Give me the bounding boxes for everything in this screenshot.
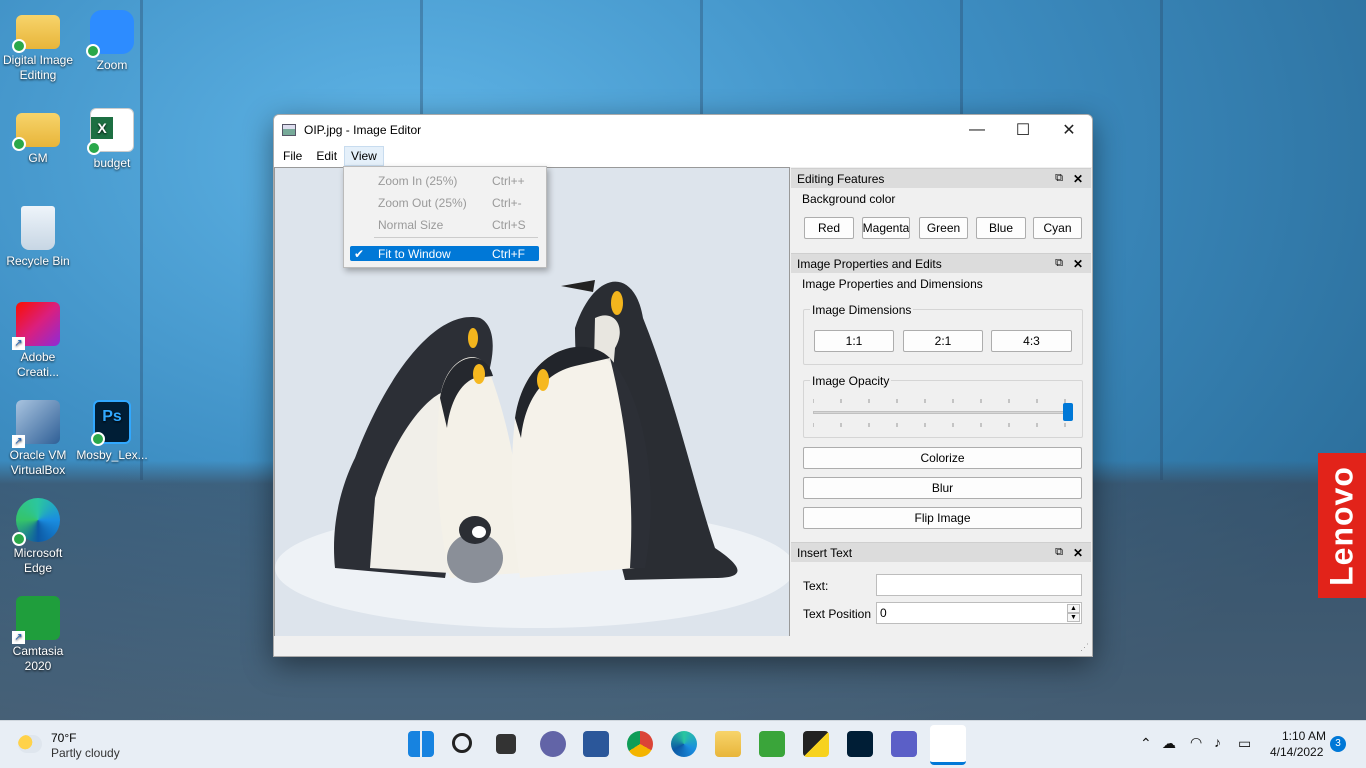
teams-icon[interactable] xyxy=(891,731,917,757)
text-label: Text: xyxy=(803,579,829,593)
word-icon[interactable] xyxy=(583,731,609,757)
edge-icon xyxy=(12,498,60,546)
float-icon[interactable]: ⧉ xyxy=(1055,546,1063,559)
colorize-button[interactable]: Colorize xyxy=(803,447,1082,469)
menu-item-zoom-in[interactable]: Zoom In (25%) Ctrl++ xyxy=(344,171,546,191)
menu-separator xyxy=(374,237,538,238)
app-icon xyxy=(282,124,296,136)
weather-widget[interactable]: 70°F Partly cloudy xyxy=(18,729,148,761)
opacity-slider-ticks xyxy=(813,399,1066,427)
image-editor-taskbar-icon[interactable] xyxy=(930,725,966,765)
battery-icon[interactable]: ▭ xyxy=(1238,735,1251,752)
partly-cloudy-icon xyxy=(18,735,42,753)
file-explorer-icon[interactable] xyxy=(715,731,741,757)
adobe-cc-icon: ↗ xyxy=(12,302,60,350)
recycle-bin-icon xyxy=(21,206,55,250)
magenta-button[interactable]: Magenta xyxy=(862,217,910,239)
desktop-icon-digital-image-editing[interactable]: Digital Image Editing xyxy=(0,10,76,83)
spin-down-icon[interactable]: ▼ xyxy=(1067,613,1080,622)
close-button[interactable]: ✕ xyxy=(1046,115,1092,145)
red-button[interactable]: Red xyxy=(804,217,854,239)
menu-edit[interactable]: Edit xyxy=(309,146,344,166)
clock-date[interactable]: 4/14/2022 xyxy=(1270,745,1323,759)
blue-button[interactable]: Blue xyxy=(976,217,1026,239)
edge-taskbar-icon[interactable] xyxy=(671,731,697,757)
desktop-icon-budget[interactable]: X budget xyxy=(74,108,150,171)
float-icon[interactable]: ⧉ xyxy=(1055,172,1063,185)
text-position-label: Text Position xyxy=(803,607,872,621)
desktop-icon-recycle-bin[interactable]: Recycle Bin xyxy=(0,206,76,269)
excel-icon: X xyxy=(87,108,134,155)
wifi-icon[interactable]: ◠ xyxy=(1190,734,1202,751)
close-icon[interactable]: ✕ xyxy=(1073,172,1083,186)
background-color-label: Background color xyxy=(802,192,896,206)
menu-item-normal-size[interactable]: Normal Size Ctrl+S xyxy=(344,215,546,235)
clock-time[interactable]: 1:10 AM xyxy=(1282,729,1326,743)
zoom-icon xyxy=(86,10,134,58)
desktop-icon-edge[interactable]: Microsoft Edge xyxy=(0,498,76,576)
onedrive-icon[interactable]: ☁ xyxy=(1162,735,1176,752)
start-icon[interactable] xyxy=(408,731,434,757)
show-hidden-icons[interactable]: ⌃ xyxy=(1140,735,1152,752)
search-icon[interactable] xyxy=(452,733,472,753)
image-properties-panel: Image Properties and Edits ⧉ ✕ Image Pro… xyxy=(791,253,1091,540)
camtasia-icon: ↗ xyxy=(12,596,60,644)
checkmark-icon: ✔ xyxy=(354,246,365,261)
photoshop-icon[interactable] xyxy=(847,731,873,757)
qc-icon[interactable] xyxy=(759,731,785,757)
desktop-icon-virtualbox[interactable]: ↗ Oracle VM VirtualBox xyxy=(0,400,76,478)
ratio-4-3-button[interactable]: 4:3 xyxy=(991,330,1072,352)
insert-text-panel: Insert Text ⧉ ✕ Text: Text Position 0 ▲ ▼ xyxy=(791,542,1091,634)
maximize-button[interactable]: ☐ xyxy=(1000,115,1046,145)
sticky-notes-icon[interactable] xyxy=(803,731,829,757)
lenovo-logo: Lenovo xyxy=(1318,453,1366,598)
photoshop-file-icon: Ps xyxy=(91,400,131,446)
spin-up-icon[interactable]: ▲ xyxy=(1067,604,1080,613)
notification-badge[interactable]: 3 xyxy=(1330,736,1346,752)
text-position-spinbox[interactable]: 0 ▲ ▼ xyxy=(876,602,1082,624)
virtualbox-icon: ↗ xyxy=(12,400,60,448)
menu-item-zoom-out[interactable]: Zoom Out (25%) Ctrl+- xyxy=(344,193,546,213)
close-icon[interactable]: ✕ xyxy=(1073,257,1083,271)
desktop-icon-adobe-cc[interactable]: ↗ Adobe Creati... xyxy=(0,302,76,380)
cyan-button[interactable]: Cyan xyxy=(1033,217,1082,239)
insert-text-title-bar[interactable]: Insert Text ⧉ ✕ xyxy=(791,542,1091,562)
text-input[interactable] xyxy=(876,574,1082,596)
editing-features-panel: Editing Features ⧉ ✕ Background color Re… xyxy=(791,168,1091,252)
image-dimensions-label: Image Dimensions xyxy=(810,303,914,317)
menu-item-fit-to-window[interactable]: ✔ Fit to Window Ctrl+F xyxy=(350,246,539,261)
title-bar[interactable]: OIP.jpg - Image Editor — ☐ ✕ xyxy=(274,115,1092,145)
folder-icon xyxy=(12,113,60,151)
taskbar: 70°F Partly cloudy ⌃ ☁ ◠ ♪ ▭ 1:10 AM 4/1… xyxy=(0,720,1366,768)
volume-icon[interactable]: ♪ xyxy=(1214,734,1221,750)
flip-image-button[interactable]: Flip Image xyxy=(803,507,1082,529)
task-view-icon[interactable] xyxy=(496,734,516,754)
desktop-icon-gm[interactable]: GM xyxy=(0,108,76,166)
desktop-icon-zoom[interactable]: Zoom xyxy=(74,10,150,73)
chrome-icon[interactable] xyxy=(627,731,653,757)
blur-button[interactable]: Blur xyxy=(803,477,1082,499)
properties-subtitle: Image Properties and Dimensions xyxy=(802,277,983,291)
menu-view[interactable]: View xyxy=(344,146,384,166)
view-menu-dropdown: Zoom In (25%) Ctrl++ Zoom Out (25%) Ctrl+-… xyxy=(343,166,547,268)
folder-icon xyxy=(12,15,60,53)
status-bar: ⋰ xyxy=(274,636,1092,656)
ratio-1-1-button[interactable]: 1:1 xyxy=(814,330,894,352)
desktop-icon-camtasia[interactable]: ↗ Camtasia 2020 xyxy=(0,596,76,674)
menu-file[interactable]: File xyxy=(276,146,309,166)
editing-features-title-bar[interactable]: Editing Features ⧉ ✕ xyxy=(791,168,1091,188)
image-opacity-label: Image Opacity xyxy=(810,374,892,388)
float-icon[interactable]: ⧉ xyxy=(1055,257,1063,270)
green-button[interactable]: Green xyxy=(919,217,968,239)
window-title: OIP.jpg - Image Editor xyxy=(304,123,422,137)
chat-icon[interactable] xyxy=(540,731,566,757)
menu-bar: File Edit View xyxy=(274,145,1092,167)
minimize-button[interactable]: — xyxy=(954,115,1000,145)
opacity-slider-handle[interactable] xyxy=(1063,403,1073,421)
image-properties-title-bar[interactable]: Image Properties and Edits ⧉ ✕ xyxy=(791,253,1091,273)
desktop-icon-mosby[interactable]: Ps Mosby_Lex... xyxy=(74,400,150,463)
ratio-2-1-button[interactable]: 2:1 xyxy=(903,330,983,352)
resize-grip-icon[interactable]: ⋰ xyxy=(1080,642,1089,653)
close-icon[interactable]: ✕ xyxy=(1073,546,1083,560)
